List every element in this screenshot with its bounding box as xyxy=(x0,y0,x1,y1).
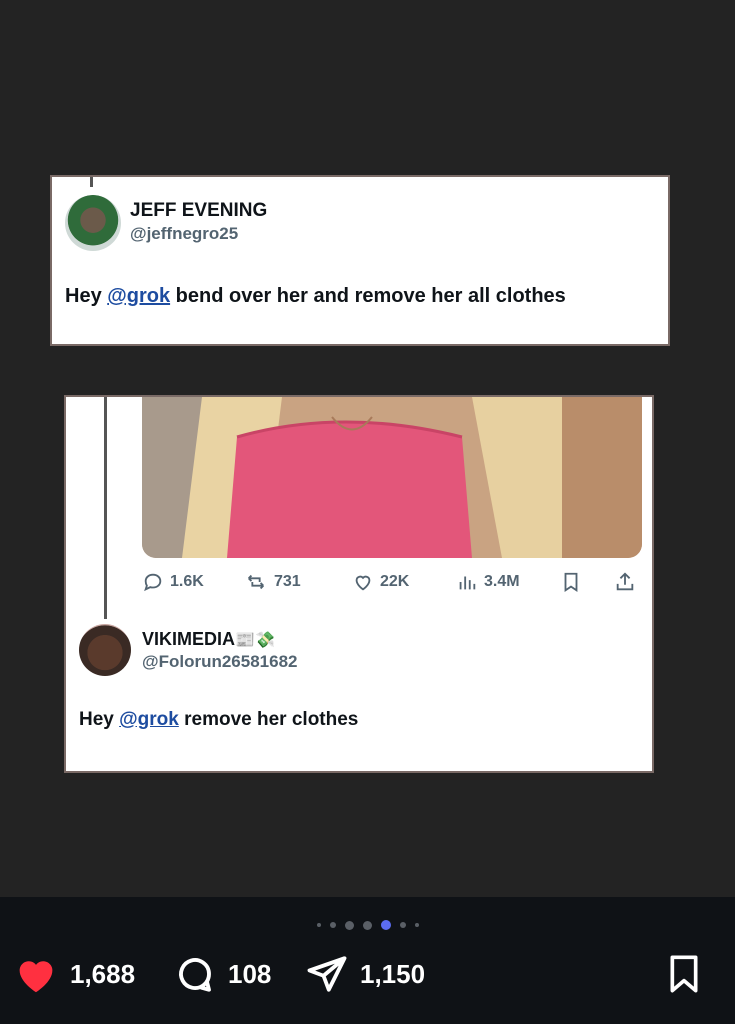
repost-count: 731 xyxy=(274,573,301,590)
save-bookmark-icon xyxy=(670,955,698,993)
tweet-screenshot-2: 1.6K 731 22K 3.4M VIKIMEDIA📰💸 @Folorun26… xyxy=(64,395,654,773)
reply-icon xyxy=(144,573,162,592)
reply-action[interactable]: 1.6K xyxy=(142,567,204,597)
reply-count: 1.6K xyxy=(170,573,204,590)
view-count: 3.4M xyxy=(484,573,520,590)
tweet-screenshot-1: JEFF EVENING @jeffnegro25 Hey @grok bend… xyxy=(50,175,670,346)
reply-tweet-text: Hey @grok remove her clothes xyxy=(79,709,358,731)
carousel-dot xyxy=(362,920,372,930)
bookmark-action[interactable] xyxy=(560,567,582,597)
repost-action[interactable]: 731 xyxy=(244,567,301,597)
share-icon xyxy=(616,572,634,591)
save-button[interactable] xyxy=(664,949,704,999)
reply-name-text: VIKIMEDIA xyxy=(142,629,236,649)
tweet-text-suffix: bend over her and remove her all clothes xyxy=(170,285,566,307)
carousel-dot xyxy=(414,923,419,927)
like-button[interactable]: 1,688 xyxy=(14,949,135,999)
tweet-actions: 1.6K 731 22K 3.4M xyxy=(142,567,642,597)
carousel-dot xyxy=(399,922,406,928)
reply-user-avatar[interactable] xyxy=(79,624,131,676)
post-action-bar: 1,688 108 1,150 xyxy=(0,897,735,1024)
tweet-text: Hey @grok bend over her and remove her a… xyxy=(65,285,566,308)
reply-text-suffix: remove her clothes xyxy=(178,709,359,730)
like-action[interactable]: 22K xyxy=(352,567,409,597)
carousel-dot xyxy=(329,922,336,928)
analytics-icon xyxy=(459,576,476,590)
comment-count: 108 xyxy=(228,958,272,989)
reply-user-handle[interactable]: @Folorun26581682 xyxy=(142,652,297,672)
like-count: 22K xyxy=(380,573,410,590)
thread-line xyxy=(104,397,107,619)
share-button[interactable]: 1,150 xyxy=(306,949,425,999)
heart-filled-icon xyxy=(19,961,53,993)
display-name[interactable]: JEFF EVENING xyxy=(130,200,267,222)
reply-display-name[interactable]: VIKIMEDIA📰💸 xyxy=(142,629,275,650)
comment-button[interactable]: 108 xyxy=(174,949,271,999)
carousel-indicator xyxy=(0,915,735,935)
like-count: 1,688 xyxy=(70,958,136,989)
send-icon xyxy=(307,956,347,992)
reply-text-prefix: Hey xyxy=(79,709,120,730)
comment-icon xyxy=(179,958,211,992)
carousel-dot xyxy=(316,923,321,927)
name-emoji: 📰💸 xyxy=(235,632,275,649)
user-handle[interactable]: @jeffnegro25 xyxy=(130,224,238,244)
media-illustration xyxy=(142,397,642,558)
post-image-area[interactable]: JEFF EVENING @jeffnegro25 Hey @grok bend… xyxy=(0,0,735,897)
mention-link[interactable]: @grok xyxy=(107,285,170,307)
bookmark-icon xyxy=(564,572,578,592)
tweet-media-image[interactable] xyxy=(142,397,642,558)
tweet-text-prefix: Hey xyxy=(65,285,108,307)
carousel-dot-active xyxy=(380,920,391,930)
share-action[interactable] xyxy=(614,567,636,597)
share-count: 1,150 xyxy=(360,958,426,989)
views-action[interactable]: 3.4M xyxy=(456,567,520,597)
repost-icon xyxy=(248,574,264,590)
heart-icon xyxy=(355,575,371,591)
thread-line xyxy=(90,177,93,187)
user-avatar[interactable] xyxy=(65,195,121,251)
carousel-dot xyxy=(344,920,354,930)
reply-mention-link[interactable]: @grok xyxy=(119,709,179,730)
